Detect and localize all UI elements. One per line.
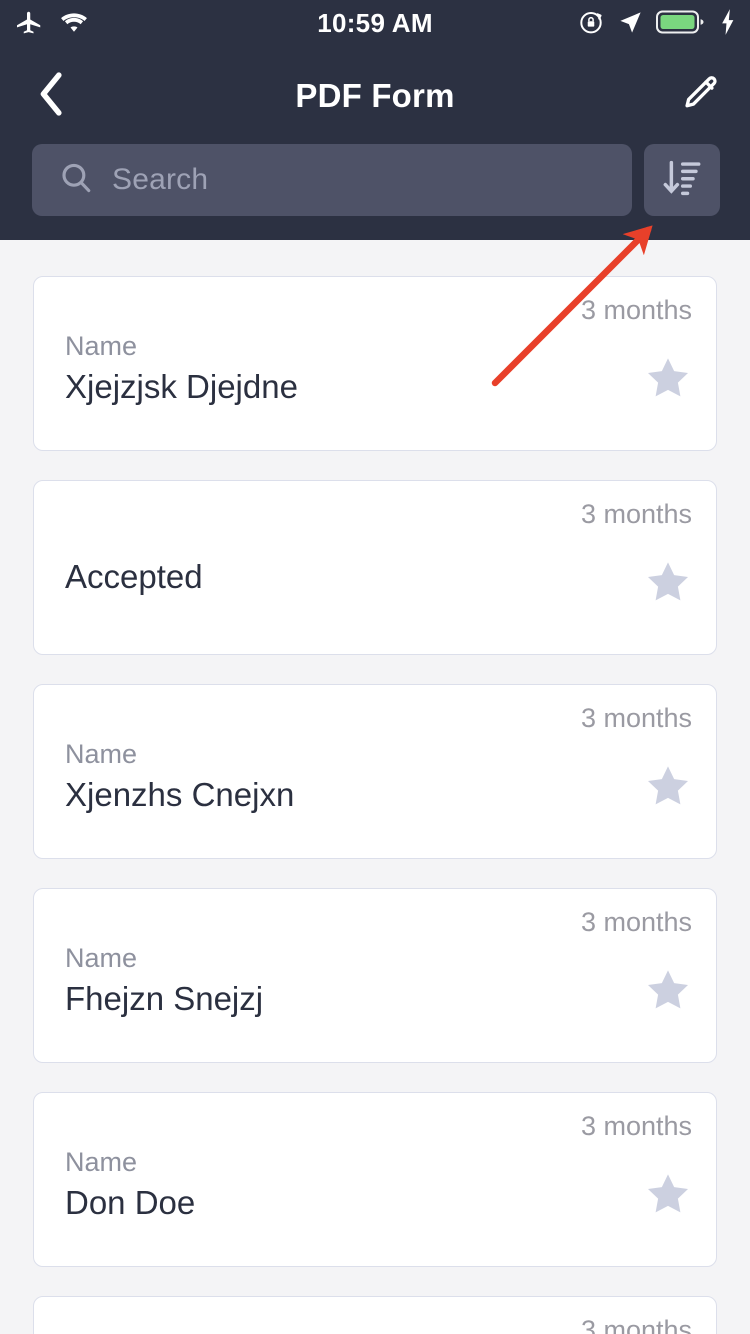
item-content: Name Fhejzn Snejzj <box>65 941 596 1021</box>
search-input[interactable]: Search <box>32 144 632 216</box>
list-item[interactable]: 3 months Name Fhejzn Snejzj <box>33 888 717 1063</box>
sort-descending-button[interactable] <box>644 144 720 216</box>
favorite-star-button[interactable] <box>642 965 694 1015</box>
item-value: Don Doe <box>65 1181 596 1225</box>
item-timestamp: 3 months <box>581 1111 692 1142</box>
status-bar: 10:59 AM <box>0 0 750 46</box>
item-value: Xjejzjsk Djejdne <box>65 365 596 409</box>
item-value: Xjenzhs Cnejxn <box>65 773 596 817</box>
rotation-lock-icon <box>577 8 605 41</box>
favorite-star-button[interactable] <box>642 557 694 607</box>
item-label: Name <box>65 329 596 363</box>
favorite-star-button[interactable] <box>642 353 694 403</box>
status-bar-right-icons <box>577 8 738 41</box>
app-header: 10:59 AM <box>0 0 750 240</box>
item-label: Name <box>65 737 596 771</box>
item-content: Name Xjejzjsk Djejdne <box>65 329 596 409</box>
item-label: Name <box>65 941 596 975</box>
list-item[interactable]: 3 months Name Xjenzhs Cnejxn <box>33 684 717 859</box>
item-timestamp: 3 months <box>581 907 692 938</box>
list-item[interactable]: 3 months <box>33 1296 717 1334</box>
item-timestamp: 3 months <box>581 295 692 326</box>
location-arrow-icon <box>617 9 644 41</box>
charging-bolt-icon <box>718 8 738 41</box>
record-list[interactable]: 3 months Name Xjejzjsk Djejdne 3 months … <box>0 240 750 1334</box>
item-value: Accepted <box>65 555 596 599</box>
sort-descending-icon <box>660 156 704 205</box>
search-placeholder: Search <box>112 163 208 197</box>
item-timestamp: 3 months <box>581 1315 692 1334</box>
favorite-star-button[interactable] <box>642 1169 694 1219</box>
list-item[interactable]: 3 months Accepted <box>33 480 717 655</box>
item-content: Name Don Doe <box>65 1145 596 1225</box>
favorite-star-button[interactable] <box>642 761 694 811</box>
item-value: Fhejzn Snejzj <box>65 977 596 1021</box>
item-timestamp: 3 months <box>581 703 692 734</box>
edit-button[interactable] <box>676 72 724 120</box>
item-content: Name Xjenzhs Cnejxn <box>65 737 596 817</box>
list-item[interactable]: 3 months Name Don Doe <box>33 1092 717 1267</box>
navigation-bar: PDF Form <box>0 60 750 132</box>
item-content: Accepted <box>65 533 596 599</box>
list-item[interactable]: 3 months Name Xjejzjsk Djejdne <box>33 276 717 451</box>
app-screen: 10:59 AM <box>0 0 750 1334</box>
pencil-icon <box>679 73 721 120</box>
item-timestamp: 3 months <box>581 499 692 530</box>
battery-icon <box>656 9 706 40</box>
item-label: Name <box>65 1145 596 1179</box>
search-row: Search <box>0 144 750 220</box>
search-icon <box>58 160 94 201</box>
page-title: PDF Form <box>0 60 750 132</box>
